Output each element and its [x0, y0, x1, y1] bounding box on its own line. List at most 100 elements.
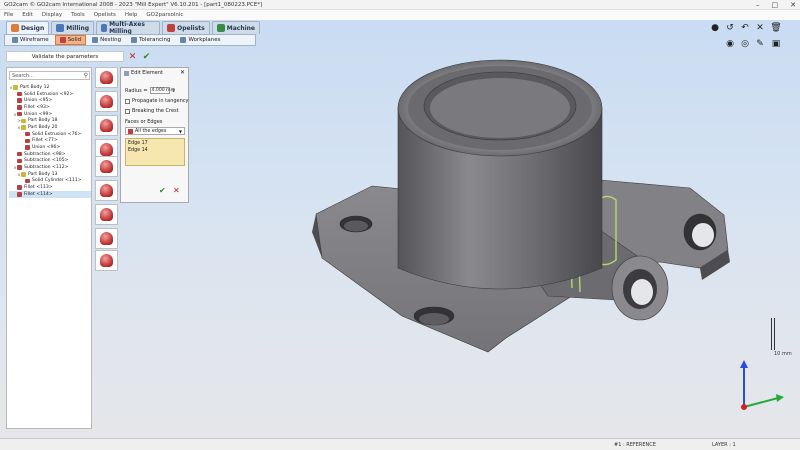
- edge-item[interactable]: Edge 14: [128, 148, 182, 155]
- edit-element-dialog: Edit Element ✕ Radius = 4.000 mm ⇕ Propa…: [120, 67, 189, 203]
- tree-item[interactable]: v Part Body 13: [9, 171, 91, 178]
- axis-triad: [740, 360, 784, 410]
- rotate-left-icon[interactable]: ↺: [724, 22, 736, 34]
- delete-icon[interactable]: ✕: [754, 22, 766, 34]
- tree-item[interactable]: Subtraction <98>: [9, 151, 91, 158]
- cut-tool-icon[interactable]: [95, 204, 118, 225]
- breaking-label: Breaking the Crest: [132, 108, 179, 114]
- chevron-down-icon[interactable]: ▼: [179, 129, 182, 134]
- tool-shape-icon: [100, 208, 113, 221]
- tree-item-label: Subtraction <112>: [24, 165, 69, 171]
- tool-shape-icon: [100, 160, 113, 173]
- feature-icon: [25, 138, 30, 144]
- cancel-icon[interactable]: ✕: [173, 186, 180, 195]
- fillet-tool-icon[interactable]: [95, 67, 118, 88]
- propagate-checkbox[interactable]: [125, 98, 130, 104]
- tree-item[interactable]: Solid Cylinder <111>: [9, 178, 91, 185]
- tool-shape-icon: [100, 71, 113, 84]
- edge-item[interactable]: Edge 17: [128, 141, 182, 148]
- scale-bar: [771, 318, 775, 350]
- tree-item[interactable]: v Part Body 20: [9, 124, 91, 131]
- propagate-label: Propagate in tangency: [132, 98, 189, 104]
- tree-item-label: Part Body 12: [20, 84, 50, 90]
- dialog-icon: [124, 70, 129, 76]
- radius-label: Radius =: [125, 87, 148, 94]
- filter-icon: [128, 128, 133, 134]
- tree-item[interactable]: v Subtraction <112>: [9, 164, 91, 171]
- tree-item-label: Solid Extrusion <76>: [32, 131, 82, 137]
- tree-item[interactable]: v Part Body 12: [9, 84, 91, 91]
- edges-filter-select[interactable]: All the edges ▼: [125, 127, 185, 135]
- status-layer[interactable]: LAYER : 1: [712, 440, 736, 450]
- faces-edges-label: Faces or Edges: [125, 119, 163, 125]
- mirror-tool-icon[interactable]: [95, 250, 118, 271]
- tree-item-label: Union <96>: [32, 145, 61, 151]
- tree-item[interactable]: Fillet <114>: [9, 191, 91, 198]
- feature-icon: [17, 158, 22, 164]
- tree-item[interactable]: Fillet <77>: [9, 138, 91, 145]
- edges-list[interactable]: Edge 17 Edge 14: [125, 138, 185, 166]
- shell-tool-icon[interactable]: [95, 115, 118, 136]
- tool-shape-icon: [100, 232, 113, 245]
- tree-item-label: Fillet <114>: [24, 191, 53, 197]
- feature-icon: [25, 145, 30, 150]
- feature-tree: v Part Body 12 Solid Extrusion <92> Union <…: [9, 84, 91, 198]
- tree-item-label: Part Body 13: [28, 171, 58, 177]
- feature-icon: [21, 118, 26, 124]
- tree-item-label: Subtraction <98>: [24, 151, 66, 157]
- split-tool-icon[interactable]: [95, 156, 118, 177]
- tree-item[interactable]: Solid Extrusion <76>: [9, 131, 91, 138]
- radius-row: Radius = 4.000 mm ⇕: [125, 87, 176, 94]
- dialog-title: Edit Element: [131, 70, 163, 76]
- feature-icon: [17, 192, 22, 197]
- tree-item-label: Union <95>: [24, 98, 53, 104]
- feature-icon: [17, 165, 22, 170]
- feature-icon: [17, 185, 22, 190]
- dialog-close-icon[interactable]: ✕: [180, 69, 185, 76]
- radius-spinner-icon[interactable]: ⇕: [172, 88, 176, 94]
- radius-input[interactable]: 4.000 mm: [149, 87, 175, 94]
- tree-item-label: Solid Cylinder <111>: [32, 178, 82, 184]
- tree-search-input[interactable]: Search... ⚲: [9, 71, 90, 80]
- scale-label: 10 mm: [774, 351, 792, 357]
- undo-icon[interactable]: ↶: [739, 22, 751, 34]
- tree-item[interactable]: v Union <99>: [9, 111, 91, 118]
- propagate-row: Propagate in tangency: [125, 98, 189, 104]
- search-icon[interactable]: ⚲: [84, 72, 88, 79]
- tool-shape-icon: [100, 95, 113, 108]
- tree-item[interactable]: Subtraction <105>: [9, 158, 91, 165]
- tree-item-label: Part Body 18: [28, 118, 58, 124]
- feature-icon: [17, 98, 22, 103]
- chamfer-tool-icon[interactable]: [95, 91, 118, 112]
- tree-item-label: Subtraction <105>: [24, 158, 69, 164]
- feature-icon: [25, 178, 30, 184]
- status-bar: #1 : REFERENCE LAYER : 1: [0, 438, 800, 450]
- pattern-tool-icon[interactable]: [95, 228, 118, 249]
- paint-icon[interactable]: ✎: [754, 38, 766, 50]
- feature-icon: [17, 91, 22, 97]
- tree-item[interactable]: Union <95>: [9, 97, 91, 104]
- display-mode-icon[interactable]: ◎: [739, 38, 751, 50]
- tree-item-label: Part Body 20: [28, 124, 58, 130]
- tree-item[interactable]: Fillet <113>: [9, 184, 91, 191]
- tree-item-label: Fillet <93>: [24, 104, 50, 110]
- cube-icon[interactable]: ▣: [770, 38, 782, 50]
- tree-item[interactable]: Fillet <93>: [9, 104, 91, 111]
- status-reference[interactable]: #1 : REFERENCE: [614, 440, 656, 450]
- tree-item[interactable]: > Part Body 18: [9, 117, 91, 124]
- feature-icon: [13, 85, 18, 90]
- boolean-tool-icon[interactable]: [95, 180, 118, 201]
- visibility-icon[interactable]: ◉: [724, 38, 736, 50]
- ok-check-icon[interactable]: ✔: [159, 186, 166, 195]
- feature-icon: [25, 131, 30, 137]
- trash-icon[interactable]: 🗑: [770, 22, 782, 34]
- feature-icon: [17, 111, 22, 117]
- tree-item[interactable]: Solid Extrusion <92>: [9, 91, 91, 98]
- tree-item-label: Union <99>: [24, 111, 53, 117]
- feature-icon: [21, 125, 26, 130]
- breaking-checkbox[interactable]: [125, 108, 130, 114]
- pin-icon[interactable]: ●: [709, 22, 721, 34]
- tree-item[interactable]: Union <96>: [9, 144, 91, 151]
- dialog-header: Edit Element ✕: [121, 68, 188, 78]
- tree-item-label: Fillet <113>: [24, 185, 53, 191]
